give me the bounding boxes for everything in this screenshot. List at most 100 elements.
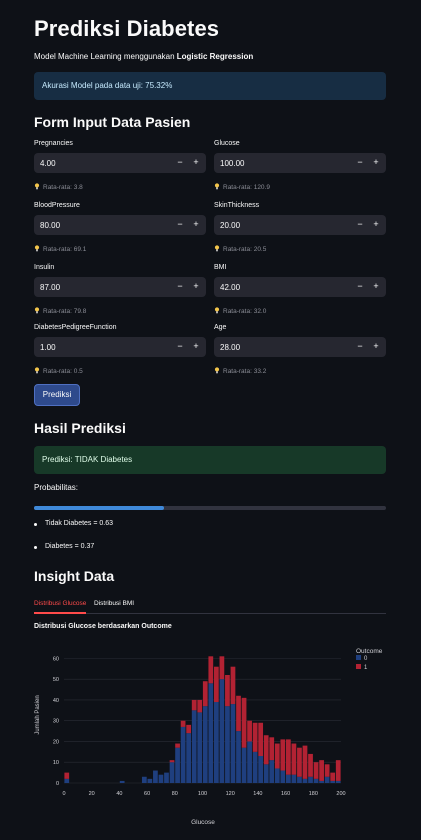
tab-distribusi-glucose[interactable]: Distribusi Glucose [34, 600, 86, 607]
field-average-hint: Rata-rata: 79.8 [34, 307, 86, 315]
number-input-value[interactable]: 28.00 [220, 343, 240, 352]
x-tick-label: 0 [62, 791, 65, 797]
increment-button[interactable]: + [370, 341, 382, 351]
chart-x-axis-label: Glucose [191, 819, 215, 826]
bar-outcome-1 [313, 762, 319, 779]
lightbulb-icon [34, 367, 40, 374]
number-input-bloodpressure[interactable]: 80.00 − + [34, 215, 206, 235]
field-average-hint-text: Rata-rata: 0.5 [43, 368, 83, 375]
increment-button[interactable]: + [370, 281, 382, 291]
bar-outcome-1 [308, 753, 313, 777]
bar-outcome-0 [225, 706, 230, 783]
bar-outcome-1 [186, 724, 192, 734]
bar-outcome-1 [225, 675, 230, 707]
y-tick-label: 50 [53, 677, 59, 683]
bar-outcome-1 [175, 743, 180, 748]
bar-outcome-1 [208, 656, 214, 684]
increment-button[interactable]: + [190, 219, 202, 229]
tab-distribusi-bmi[interactable]: Distribusi BMI [94, 600, 134, 607]
increment-button[interactable]: + [370, 157, 382, 167]
legend-label: 0 [364, 656, 368, 662]
field-label: Insulin [34, 264, 55, 271]
x-tick-label: 80 [172, 791, 178, 797]
decrement-button[interactable]: − [354, 157, 366, 167]
bar-outcome-0 [241, 747, 247, 783]
tab-active-indicator [34, 612, 86, 614]
legend-swatch [356, 655, 361, 660]
bar-outcome-0 [119, 780, 125, 783]
field-average-hint: Rata-rata: 69.1 [34, 245, 86, 253]
accuracy-label: Akurasi Model pada data uji: [42, 81, 146, 90]
number-input-insulin[interactable]: 87.00 − + [34, 277, 206, 297]
x-tick-label: 100 [198, 791, 207, 797]
chart-y-ticks: 0 10 20 30 40 50 60 [53, 656, 59, 787]
lightbulb-icon [34, 245, 40, 252]
decrement-button[interactable]: − [174, 219, 186, 229]
prediction-result-box: Prediksi: TIDAK Diabetes [34, 446, 386, 474]
field-average-hint: Rata-rata: 3.8 [34, 183, 83, 191]
chart-title: Distribusi Glucose berdasarkan Outcome [34, 623, 172, 630]
bar-outcome-1 [236, 695, 241, 732]
probability-item-not-diabetes: Tidak Diabetes = 0.63 [45, 520, 114, 527]
increment-button[interactable]: + [370, 219, 382, 229]
tab-divider [34, 613, 386, 614]
number-input-value[interactable]: 20.00 [220, 221, 240, 230]
bar-outcome-0 [236, 731, 241, 783]
bar-outcome-0 [147, 778, 153, 783]
number-input-skinthickness[interactable]: 20.00 − + [214, 215, 386, 235]
bar-outcome-0 [335, 780, 341, 783]
number-input-glucose[interactable]: 100.00 − + [214, 153, 386, 173]
number-input-value[interactable]: 4.00 [40, 159, 56, 168]
bar-outcome-0 [213, 702, 219, 783]
increment-button[interactable]: + [190, 281, 202, 291]
bar-outcome-1 [291, 743, 297, 775]
bar-outcome-1 [324, 764, 330, 777]
decrement-button[interactable]: − [354, 281, 366, 291]
subtitle-model: Logistic Regression [176, 52, 254, 61]
number-input-pregnancies[interactable]: 4.00 − + [34, 153, 206, 173]
increment-button[interactable]: + [190, 341, 202, 351]
number-input-value[interactable]: 80.00 [40, 221, 60, 230]
bar-outcome-1 [269, 737, 275, 761]
bar-outcome-0 [169, 762, 175, 783]
bar-outcome-0 [186, 733, 192, 783]
x-tick-label: 200 [336, 791, 345, 797]
page-subtitle: Model Machine Learning menggunakan Logis… [34, 52, 253, 61]
lightbulb-icon [214, 367, 220, 374]
decrement-button[interactable]: − [174, 341, 186, 351]
number-input-value[interactable]: 100.00 [220, 159, 244, 168]
bar-outcome-1 [230, 666, 236, 705]
field-average-hint-text: Rata-rata: 3.8 [43, 184, 83, 191]
predict-button[interactable]: Prediksi [34, 384, 80, 406]
decrement-button[interactable]: − [174, 157, 186, 167]
number-input-age[interactable]: 28.00 − + [214, 337, 386, 357]
number-input-value[interactable]: 42.00 [220, 283, 240, 292]
number-input-diabetespedigreefunction[interactable]: 1.00 − + [34, 337, 206, 357]
legend-title: Outcome [356, 648, 383, 655]
bar-outcome-1 [297, 747, 302, 777]
decrement-button[interactable]: − [354, 219, 366, 229]
x-tick-label: 20 [89, 791, 95, 797]
decrement-button[interactable]: − [354, 341, 366, 351]
bar-outcome-0 [202, 706, 208, 783]
bar-outcome-0 [191, 710, 197, 783]
number-input-bmi[interactable]: 42.00 − + [214, 277, 386, 297]
chart-bars [64, 656, 341, 783]
y-tick-label: 30 [53, 719, 59, 725]
field-average-hint: Rata-rata: 32.0 [214, 307, 266, 315]
form-heading: Form Input Data Pasien [34, 114, 191, 130]
insight-heading: Insight Data [34, 568, 115, 584]
increment-button[interactable]: + [190, 157, 202, 167]
number-input-value[interactable]: 87.00 [40, 283, 60, 292]
page-title: Prediksi Diabetes [34, 16, 220, 41]
decrement-button[interactable]: − [174, 281, 186, 291]
probability-item-diabetes: Diabetes = 0.37 [45, 543, 95, 550]
number-input-value[interactable]: 1.00 [40, 343, 56, 352]
chart-legend: Outcome 0 1 [356, 648, 383, 671]
bar-outcome-0 [208, 683, 214, 783]
bar-outcome-0 [269, 760, 275, 783]
bar-outcome-1 [330, 772, 336, 781]
glucose-histogram-chart: 0 20 40 60 80 100 120 140 160 180 200 010203040506… [35, 648, 383, 826]
bar-outcome-0 [153, 770, 158, 783]
field-average-hint-text: Rata-rata: 20.5 [223, 246, 267, 253]
